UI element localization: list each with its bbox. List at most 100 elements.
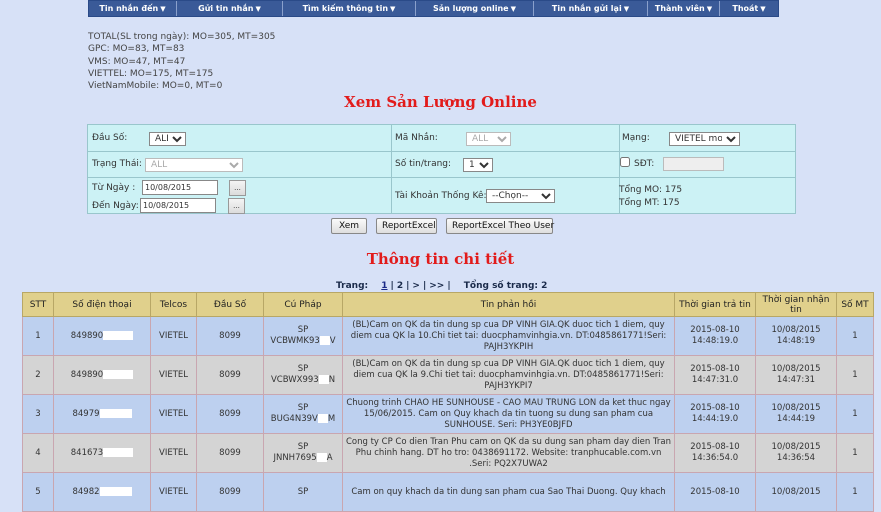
receive-clock: 14:36:54 <box>776 453 816 463</box>
cell-dau-so: 8099 <box>196 394 264 434</box>
table-row: 4 841673 VIETEL 8099 SP JNNH7695 A Cong ty… <box>22 433 874 473</box>
redaction-mask <box>99 408 132 418</box>
next-page-link[interactable]: > <box>412 281 420 291</box>
trang-thai-label: Trạng Thái: <box>92 159 142 169</box>
tong-mt: Tổng MT: 175 <box>619 198 680 208</box>
nav-tim-kiem[interactable]: Tìm kiếm thông tin ▼ <box>283 1 416 16</box>
cell-message: Chuong trinh CHAO HE SUNHOUSE - CAO MAU … <box>342 394 675 434</box>
page-1-link[interactable]: 1 <box>381 281 387 291</box>
caret-down-icon: ▼ <box>255 5 261 13</box>
nav-tin-nhan-den[interactable]: Tin nhắn đến ▼ <box>89 1 177 16</box>
caret-down-icon: ▼ <box>706 5 713 13</box>
cell-cu-phap: SP VCBWX993 N <box>263 355 343 395</box>
phone-text: 841673 <box>70 447 104 458</box>
dau-so-select[interactable]: ALL <box>149 132 186 146</box>
reply-clock: 14:47:31.0 <box>691 375 739 385</box>
cell-receive-time: 10/08/2015 <box>755 472 837 512</box>
cell-telco: VIETEL <box>150 355 197 395</box>
nav-gui-tin-nhan[interactable]: Gửi tin nhắn ▼ <box>177 1 283 16</box>
reply-date: 2015-08-10 <box>690 325 740 335</box>
cu-phap-prefix: SP <box>297 364 309 374</box>
pager-separator: | <box>422 281 427 291</box>
sdt-checkbox[interactable] <box>620 157 630 167</box>
reply-clock: 14:36:54.0 <box>691 453 739 463</box>
tu-ngay-picker-button[interactable]: ... <box>229 180 246 196</box>
cell-message: (BL)Cam on QK da tin dung sp cua DP VINH… <box>342 355 675 395</box>
cell-reply-time: 2015-08-10 14:48:19.0 <box>674 316 756 356</box>
cu-phap-prefix: SP <box>297 486 309 497</box>
vietnammobile-line: VietNamMobile: MO=0, MT=0 <box>88 81 223 92</box>
cu-phap-code: VCBWMK93 <box>270 336 320 346</box>
ma-nhan-select[interactable]: ALL <box>466 132 511 146</box>
cell-dau-so: 8099 <box>196 472 264 512</box>
cell-telco: VIETEL <box>150 394 197 434</box>
top-nav: Tin nhắn đến ▼ Gửi tin nhắn ▼ Tìm kiếm thô… <box>88 0 779 17</box>
redaction-mask <box>99 486 132 496</box>
cell-receive-time: 10/08/2015 14:44:19 <box>755 394 837 434</box>
cell-so-mt: 1 <box>836 433 874 473</box>
dau-so-label: Đầu Số: <box>92 133 128 143</box>
receive-date: 10/08/2015 <box>771 325 821 335</box>
total-line: TOTAL(SL trong ngày): MO=305, MT=305 <box>88 32 276 42</box>
cell-reply-time: 2015-08-10 14:47:31.0 <box>674 355 756 395</box>
nav-thanh-vien[interactable]: Thành viên ▼ <box>648 1 720 16</box>
cell-telco: VIETEL <box>150 472 197 512</box>
tu-ngay-input[interactable] <box>142 180 218 195</box>
table-header: STT Số điện thoại Telcos Đầu Số Cú Pháp … <box>22 292 874 317</box>
cell-so-mt: 1 <box>836 472 874 512</box>
cell-telco: VIETEL <box>150 316 197 356</box>
receive-clock: 14:47:31 <box>776 375 816 385</box>
cell-stt: 1 <box>22 316 54 356</box>
receive-date: 10/08/2015 <box>771 403 821 413</box>
report-excel-button[interactable]: ReportExcel <box>376 218 437 234</box>
report-excel-user-button[interactable]: ReportExcel Theo User <box>446 218 554 234</box>
cu-phap-code: BUG4N39V <box>270 414 318 424</box>
redaction-mask <box>318 375 329 384</box>
redaction-mask <box>317 414 328 423</box>
last-page-link[interactable]: >> <box>429 281 444 291</box>
cu-phap-code: VCBWX993 <box>270 375 319 385</box>
cell-message: (BL)Cam on QK da tin dung sp cua DP VINH… <box>342 316 675 356</box>
nav-gui-lai[interactable]: Tin nhắn gửi lại ▼ <box>534 1 648 16</box>
vms-line: VMS: MO=47, MT=47 <box>88 56 186 67</box>
receive-date: 10/08/2015 <box>771 486 821 497</box>
phone-text: 84982 <box>72 486 100 497</box>
page-2-link[interactable]: 2 <box>397 281 403 291</box>
redaction-mask <box>103 330 134 340</box>
pager: Trang: 1 | 2 | > | >> | Tổng số trang: 2 <box>336 281 547 291</box>
divider <box>88 177 795 178</box>
receive-date: 10/08/2015 <box>771 442 821 452</box>
cu-phap-suffix: V <box>329 336 336 346</box>
pager-separator: | <box>447 281 451 291</box>
xem-button[interactable]: Xem <box>331 218 367 234</box>
mang-select[interactable]: VIETEL mobile <box>669 132 740 146</box>
caret-down-icon: ▼ <box>390 5 396 13</box>
den-ngay-picker-button[interactable]: ... <box>228 198 245 214</box>
cu-phap-prefix: SP <box>297 325 309 335</box>
phone-text: 849890 <box>70 369 104 380</box>
cell-reply-time: 2015-08-10 14:36:54.0 <box>674 433 756 473</box>
redaction-mask <box>316 453 327 462</box>
col-reply-time: Thời gian trả tin <box>674 292 756 317</box>
cell-phone: 841673 <box>53 433 151 473</box>
cu-phap-suffix: M <box>327 414 336 424</box>
total-pages: Tổng số trang: 2 <box>463 281 548 291</box>
tai-khoan-select[interactable]: --Chọn-- <box>486 189 555 203</box>
cell-so-mt: 1 <box>836 394 874 434</box>
cu-phap-prefix: SP <box>297 442 309 452</box>
sdt-input[interactable] <box>663 157 724 171</box>
table-row: 5 84982 VIETEL 8099 SP Cam on quy khach … <box>22 472 874 512</box>
den-ngay-input[interactable] <box>140 198 216 213</box>
pager-separator: | <box>390 281 394 291</box>
so-tin-select[interactable]: 100 <box>463 158 493 172</box>
trang-thai-select[interactable]: ALL <box>145 158 243 172</box>
receive-clock: 14:44:19 <box>776 414 816 424</box>
filter-panel: Đầu Số: ALL Mã Nhắn: ALL Mạng: VIETEL mo… <box>87 124 796 214</box>
nav-san-luong[interactable]: Sản lượng online ▼ <box>416 1 534 16</box>
cell-phone: 849890 <box>53 355 151 395</box>
cell-receive-time: 10/08/2015 14:48:19 <box>755 316 837 356</box>
nav-thoat[interactable]: Thoát ▼ <box>720 1 778 16</box>
totals-summary: TOTAL(SL trong ngày): MO=305, MT=305 GPC… <box>88 31 275 92</box>
cell-phone: 849890 <box>53 316 151 356</box>
col-message: Tin phản hồi <box>342 292 675 317</box>
